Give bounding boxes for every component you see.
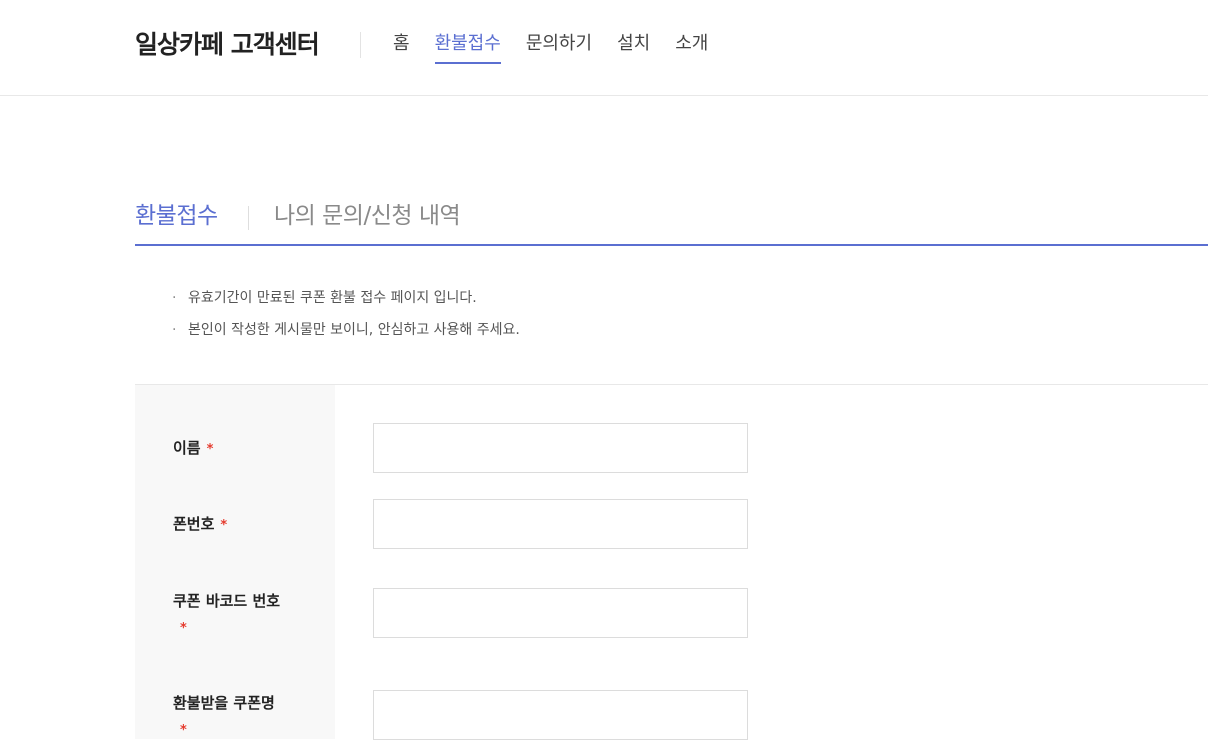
coupon-name-input[interactable] [373, 690, 748, 740]
tab-my-history[interactable]: 나의 문의/신청 내역 [274, 200, 461, 232]
site-header: 일상카페 고객센터 홈 환불접수 문의하기 설치 소개 [0, 0, 1208, 96]
required-mark: * [180, 621, 187, 636]
nav-item-install[interactable]: 설치 [617, 30, 650, 64]
field-label-text: 폰번호 [173, 515, 215, 533]
name-label: 이름 * [173, 436, 323, 462]
field-label-text: 쿠폰 바코드 번호 [173, 592, 281, 610]
field-label-text: 이름 [173, 439, 201, 457]
notice-text: 본인이 작성한 게시물만 보이니, 안심하고 사용해 주세요. [188, 322, 520, 338]
notice-item: · 유효기간이 만료된 쿠폰 환불 접수 페이지 입니다. [172, 286, 520, 318]
notice-text: 유효기간이 만료된 쿠폰 환불 접수 페이지 입니다. [188, 290, 477, 306]
phone-input[interactable] [373, 499, 748, 549]
coupon-barcode-input[interactable] [373, 588, 748, 638]
main-nav: 홈 환불접수 문의하기 설치 소개 [393, 30, 733, 64]
required-mark: * [220, 518, 228, 533]
phone-label: 폰번호 * [173, 512, 323, 538]
page-tabs: 환불접수 나의 문의/신청 내역 [135, 196, 1208, 246]
notice-list: · 유효기간이 만료된 쿠폰 환불 접수 페이지 입니다. · 본인이 작성한 게시… [172, 286, 520, 350]
nav-item-about[interactable]: 소개 [675, 30, 708, 64]
tab-divider [248, 206, 249, 230]
nav-item-home[interactable]: 홈 [393, 30, 410, 64]
nav-item-refund[interactable]: 환불접수 [434, 30, 502, 64]
required-mark: * [206, 442, 214, 457]
bullet-icon: · [172, 290, 177, 306]
name-input[interactable] [373, 423, 748, 473]
required-mark: * [180, 723, 187, 738]
site-logo[interactable]: 일상카페 고객센터 [135, 28, 320, 62]
notice-item: · 본인이 작성한 게시물만 보이니, 안심하고 사용해 주세요. [172, 318, 520, 350]
bullet-icon: · [172, 322, 177, 338]
coupon-name-label: 환불받을 쿠폰명 * [173, 691, 323, 741]
field-label-text: 환불받을 쿠폰명 [173, 694, 275, 712]
nav-item-inquiry[interactable]: 문의하기 [526, 30, 592, 64]
coupon-barcode-label: 쿠폰 바코드 번호 * [173, 589, 323, 639]
header-divider [360, 32, 361, 58]
tab-refund[interactable]: 환불접수 [135, 200, 218, 232]
